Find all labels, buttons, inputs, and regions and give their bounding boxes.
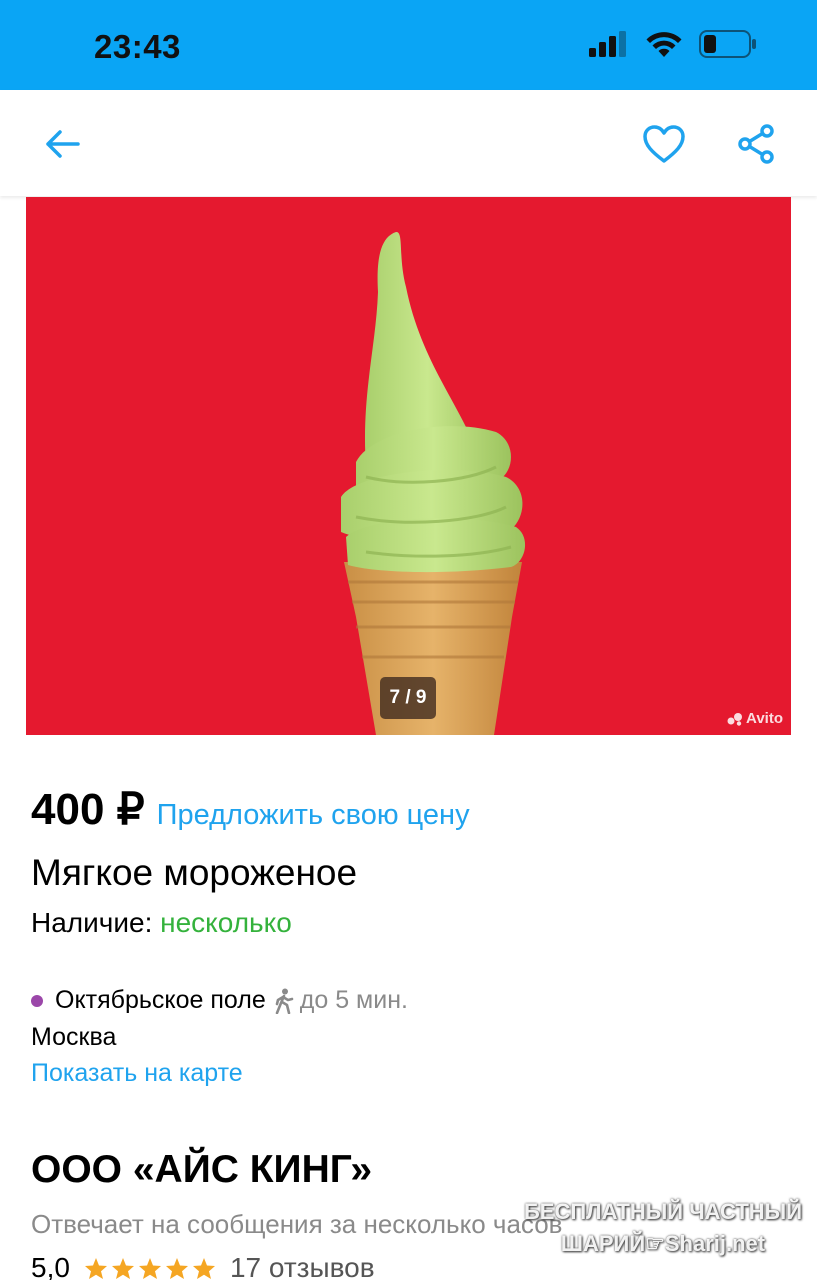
availability-value: несколько bbox=[160, 907, 292, 938]
price-row: 400 ₽ Предложить свою цену bbox=[31, 784, 470, 835]
availability-label: Наличие: bbox=[31, 907, 153, 938]
star-icon bbox=[165, 1257, 188, 1279]
listing-title: Мягкое мороженое bbox=[31, 852, 358, 893]
status-time: 23:43 bbox=[94, 28, 181, 65]
star-icon bbox=[111, 1257, 134, 1279]
avito-logo-icon bbox=[727, 712, 743, 726]
wifi-icon bbox=[645, 30, 683, 63]
star-icon bbox=[192, 1257, 215, 1279]
status-icons bbox=[589, 30, 757, 63]
share-button[interactable] bbox=[732, 120, 780, 168]
price: 400 ₽ bbox=[31, 785, 145, 834]
availability: Наличие: несколько bbox=[31, 907, 292, 939]
watermark-line-1: БЕСПЛАТНЫЙ ЧАСТНЫЙ bbox=[523, 1199, 803, 1224]
show-on-map-link[interactable]: Показать на карте bbox=[31, 1059, 243, 1088]
battery-icon bbox=[699, 30, 757, 63]
avito-watermark-text: Avito bbox=[746, 710, 783, 727]
avito-watermark: Avito bbox=[727, 710, 783, 727]
seller-rating-row[interactable]: 5,0 17 отзывов bbox=[31, 1252, 375, 1280]
watermark-line-2: ШАРИЙ☞Sharij.net bbox=[560, 1231, 766, 1256]
status-bar: 23:43 bbox=[0, 0, 817, 90]
city: Москва bbox=[31, 1023, 117, 1051]
signal-icon bbox=[589, 31, 629, 62]
back-arrow-icon bbox=[46, 130, 80, 158]
star-icon bbox=[138, 1257, 161, 1279]
metro-station: Октябрьское поле bbox=[55, 986, 266, 1014]
back-button[interactable] bbox=[38, 120, 86, 168]
walk-icon bbox=[274, 988, 294, 1014]
star-icon bbox=[84, 1257, 107, 1279]
rating-value: 5,0 bbox=[31, 1252, 70, 1280]
share-icon bbox=[738, 124, 774, 164]
ice-cream-photo bbox=[341, 231, 526, 735]
metro-row: Октябрьское поле до 5 мин. bbox=[31, 986, 408, 1015]
offer-price-link[interactable]: Предложить свою цену bbox=[157, 799, 470, 832]
nav-bar bbox=[0, 90, 817, 196]
favorite-button[interactable] bbox=[640, 120, 688, 168]
seller-name[interactable]: ООО «АЙС КИНГ» bbox=[31, 1148, 372, 1192]
seller-response-time: Отвечает на сообщения за несколько часов bbox=[31, 1209, 563, 1239]
rating-stars bbox=[84, 1257, 216, 1280]
reviews-count[interactable]: 17 отзывов bbox=[230, 1252, 375, 1280]
gallery-counter: 7 / 9 bbox=[380, 677, 436, 719]
photo-gallery[interactable]: 7 / 9 Avito bbox=[26, 197, 791, 735]
walk-time: до 5 мин. bbox=[299, 986, 408, 1014]
site-watermark: БЕСПЛАТНЫЙ ЧАСТНЫЙ ШАРИЙ☞Sharij.net bbox=[522, 1196, 804, 1266]
metro-line-dot bbox=[31, 994, 43, 1007]
heart-icon bbox=[643, 125, 685, 163]
